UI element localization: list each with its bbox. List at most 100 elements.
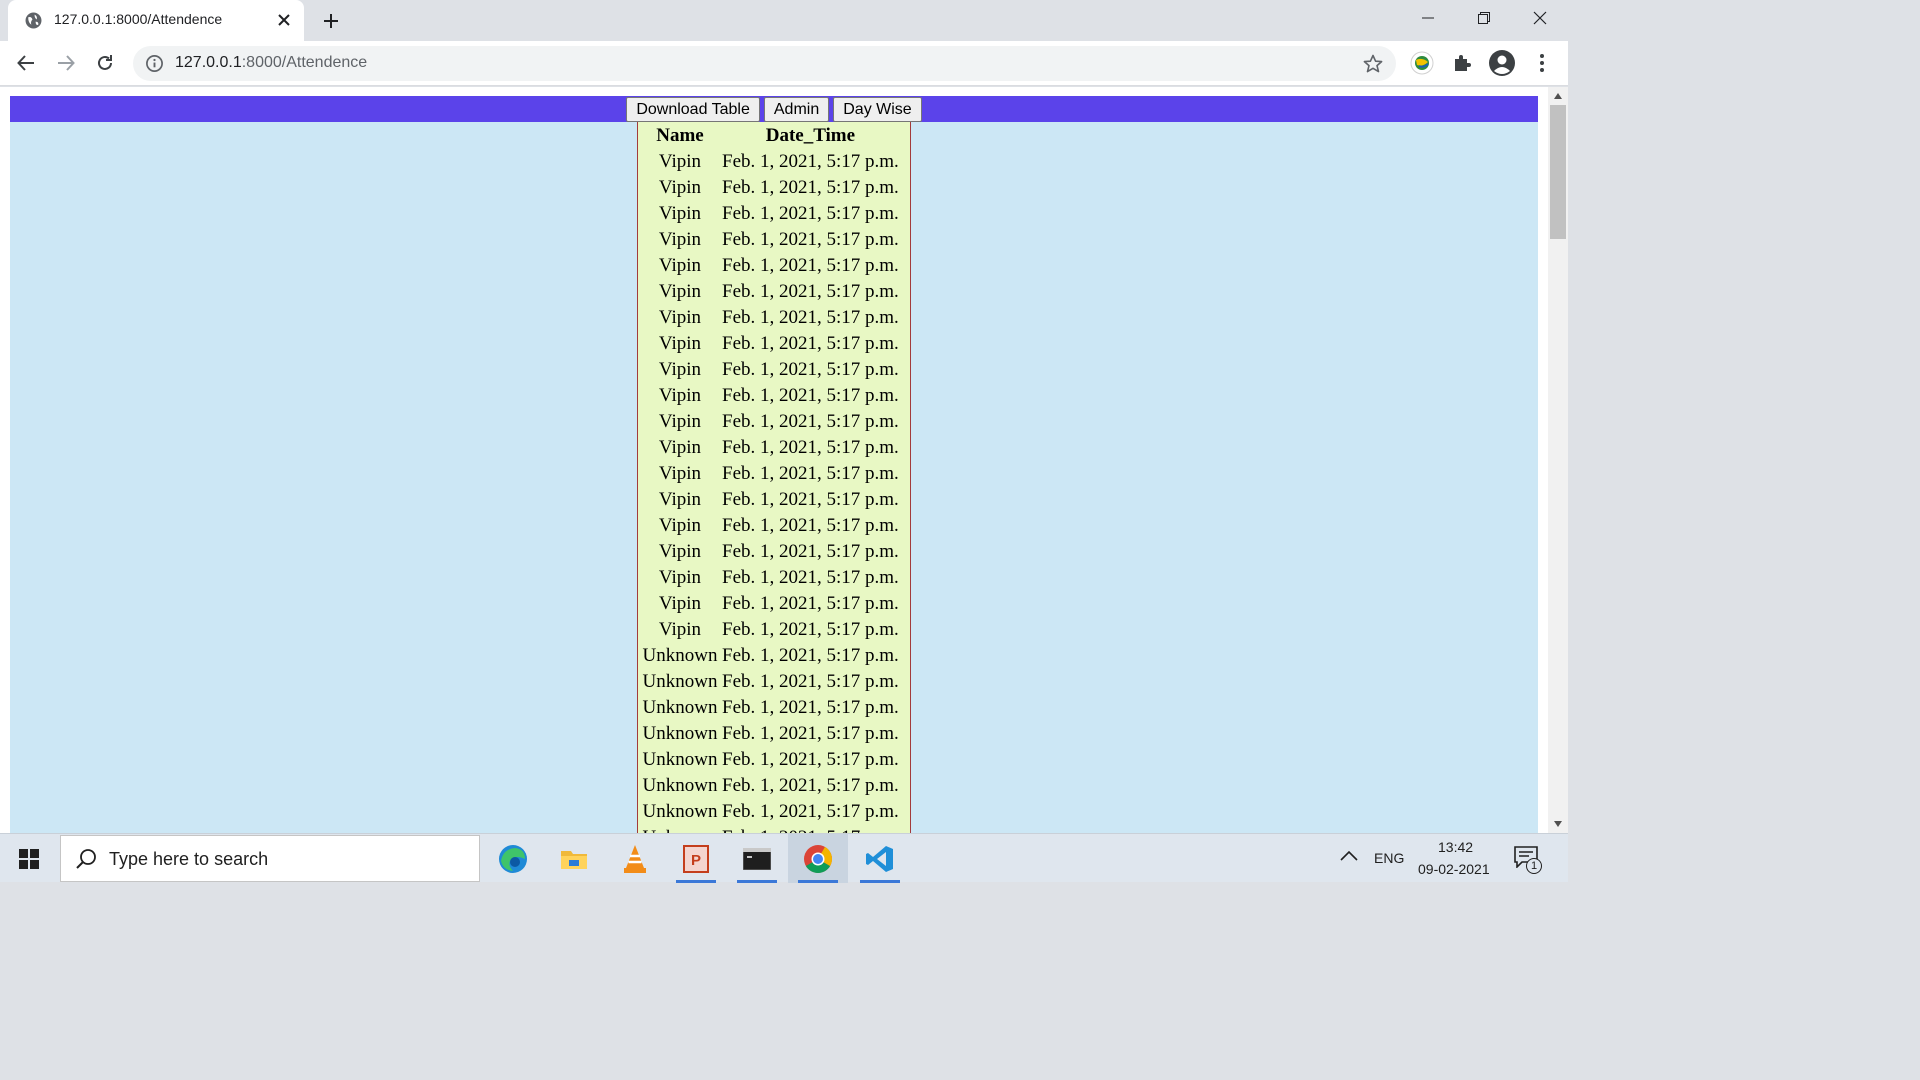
- cell-name: Vipin: [658, 333, 702, 354]
- table-row: UnknownFeb. 1, 2021, 5:17 p.m.: [641, 644, 900, 668]
- profile-button[interactable]: [1486, 47, 1518, 79]
- cell-name: Vipin: [658, 359, 702, 380]
- cell-name: Vipin: [658, 229, 702, 250]
- taskbar-chrome[interactable]: [788, 834, 848, 883]
- close-window-icon: [1533, 11, 1547, 25]
- table-row: UnknownFeb. 1, 2021, 5:17 p.m.: [641, 722, 900, 746]
- table-row: Vipin Feb. 1, 2021, 5:17 p.m.: [641, 540, 900, 564]
- tab-close-button[interactable]: [272, 8, 296, 32]
- language-indicator[interactable]: ENG: [1374, 850, 1404, 866]
- url-path: :8000/Attendence: [241, 54, 368, 71]
- taskbar-file-explorer[interactable]: [544, 834, 604, 883]
- edge-icon: [499, 844, 527, 873]
- vscode-icon: [866, 845, 893, 872]
- attendance-table-body: Vipin Feb. 1, 2021, 5:17 p.m. Vipin Feb. 1,…: [641, 150, 900, 833]
- top-navbar: Download Table Admin Day Wise: [10, 96, 1538, 122]
- url-text[interactable]: 127.0.0.1:8000/Attendence: [175, 54, 367, 72]
- reload-icon: [98, 55, 112, 70]
- table-row: Vipin Feb. 1, 2021, 5:17 p.m.: [641, 202, 900, 226]
- star-icon: [1363, 54, 1383, 73]
- arrow-left-icon: [17, 55, 34, 71]
- table-row: Vipin Feb. 1, 2021, 5:17 p.m.: [641, 410, 900, 434]
- table-row: Vipin Feb. 1, 2021, 5:17 p.m.: [641, 592, 900, 616]
- page-viewport: Download Table Admin Day Wise Name Date_…: [0, 87, 1568, 833]
- cell-date-time: Feb. 1, 2021, 5:17 p.m.: [722, 359, 899, 380]
- table-row: UnknownFeb. 1, 2021, 5:17 p.m.: [641, 748, 900, 772]
- clock-time[interactable]: 13:42: [1438, 839, 1473, 855]
- cell-date-time: Feb. 1, 2021, 5:17 p.m.: [722, 255, 899, 276]
- minimize-button[interactable]: [1400, 0, 1456, 36]
- scroll-up-button[interactable]: [1548, 87, 1568, 105]
- cell-name: Vipin: [658, 567, 702, 588]
- cell-name: Unknown: [642, 697, 718, 718]
- cell-date-time: Feb. 1, 2021, 5:17 p.m.: [722, 515, 899, 536]
- cell-name: Vipin: [658, 281, 702, 302]
- download-table-button[interactable]: Download Table: [626, 97, 760, 122]
- table-row: Vipin Feb. 1, 2021, 5:17 p.m.: [641, 514, 900, 538]
- cell-date-time: Feb. 1, 2021, 5:17 p.m.: [722, 229, 899, 250]
- show-hidden-icons-button[interactable]: [1340, 849, 1358, 867]
- taskbar-search-box[interactable]: Type here to search: [60, 835, 480, 882]
- cell-name: Vipin: [658, 437, 702, 458]
- taskbar-vlc[interactable]: [605, 834, 665, 883]
- cell-date-time: Feb. 1, 2021, 5:17 p.m.: [722, 385, 899, 406]
- close-window-button[interactable]: [1512, 0, 1568, 36]
- cell-name: Vipin: [658, 255, 702, 276]
- puzzle-icon: [1455, 55, 1471, 71]
- scrollbar-thumb[interactable]: [1550, 105, 1566, 239]
- clock-date[interactable]: 09-02-2021: [1418, 861, 1490, 877]
- browser-toolbar: 127.0.0.1:8000/Attendence: [0, 41, 1568, 86]
- table-row: UnknownFeb. 1, 2021, 5:17 p.m.: [641, 696, 900, 720]
- attendance-table-container: Name Date_Time Vipin Feb. 1, 2021, 5:17 p…: [637, 122, 911, 833]
- cell-date-time: Feb. 1, 2021, 5:17 p.m.: [722, 749, 899, 770]
- day-wise-button[interactable]: Day Wise: [833, 97, 922, 122]
- table-row: UnknownFeb. 1, 2021, 5:17 p.m.: [641, 826, 900, 833]
- extensions-menu-button[interactable]: [1446, 47, 1478, 79]
- table-row: Vipin Feb. 1, 2021, 5:17 p.m.: [641, 488, 900, 512]
- taskbar-terminal[interactable]: [727, 834, 787, 883]
- cell-date-time: Feb. 1, 2021, 5:17 p.m.: [722, 775, 899, 796]
- extension-button[interactable]: [1406, 47, 1438, 79]
- vlc-icon: [624, 844, 646, 873]
- column-header-date-time: Date_Time: [765, 125, 856, 146]
- table-row: Vipin Feb. 1, 2021, 5:17 p.m.: [641, 176, 900, 200]
- cell-name: Unknown: [642, 775, 718, 796]
- taskbar-vscode[interactable]: [850, 834, 910, 883]
- cell-date-time: Feb. 1, 2021, 5:17 p.m.: [722, 645, 899, 666]
- notification-center-button[interactable]: 1: [1514, 846, 1544, 874]
- new-tab-button[interactable]: [318, 8, 344, 34]
- scroll-down-button[interactable]: [1548, 815, 1568, 833]
- start-button[interactable]: [0, 834, 58, 883]
- running-indicator: [798, 880, 838, 883]
- taskbar-powerpoint[interactable]: P: [666, 834, 726, 883]
- admin-button[interactable]: Admin: [763, 97, 830, 122]
- browser-tab[interactable]: 127.0.0.1:8000/Attendence: [8, 0, 304, 41]
- reload-button[interactable]: [89, 47, 121, 79]
- address-bar[interactable]: 127.0.0.1:8000/Attendence: [133, 46, 1396, 81]
- taskbar-edge[interactable]: [483, 834, 543, 883]
- cell-name: Unknown: [642, 645, 718, 666]
- table-row: UnknownFeb. 1, 2021, 5:17 p.m.: [641, 800, 900, 824]
- chrome-icon: [804, 844, 832, 873]
- table-row: Vipin Feb. 1, 2021, 5:17 p.m.: [641, 384, 900, 408]
- cell-date-time: Feb. 1, 2021, 5:17 p.m.: [722, 307, 899, 328]
- bookmark-button[interactable]: [1361, 52, 1385, 76]
- cell-date-time: Feb. 1, 2021, 5:17 p.m.: [722, 671, 899, 692]
- close-icon: [278, 14, 290, 26]
- notification-badge: 1: [1526, 858, 1542, 874]
- restore-button[interactable]: [1456, 0, 1512, 36]
- cell-name: Unknown: [642, 723, 718, 744]
- table-row: Vipin Feb. 1, 2021, 5:17 p.m.: [641, 436, 900, 460]
- table-row: Vipin Feb. 1, 2021, 5:17 p.m.: [641, 462, 900, 486]
- info-icon[interactable]: [145, 54, 164, 73]
- forward-button[interactable]: [50, 47, 82, 79]
- back-button[interactable]: [10, 47, 42, 79]
- url-host: 127.0.0.1: [175, 54, 242, 71]
- browser-menu-button[interactable]: [1526, 47, 1558, 79]
- search-placeholder: Type here to search: [109, 849, 269, 869]
- table-row: Vipin Feb. 1, 2021, 5:17 p.m.: [641, 306, 900, 330]
- table-row: UnknownFeb. 1, 2021, 5:17 p.m.: [641, 670, 900, 694]
- page-scrollbar[interactable]: [1548, 87, 1568, 833]
- powerpoint-icon: P: [683, 844, 709, 873]
- cell-date-time: Feb. 1, 2021, 5:17 p.m.: [722, 333, 899, 354]
